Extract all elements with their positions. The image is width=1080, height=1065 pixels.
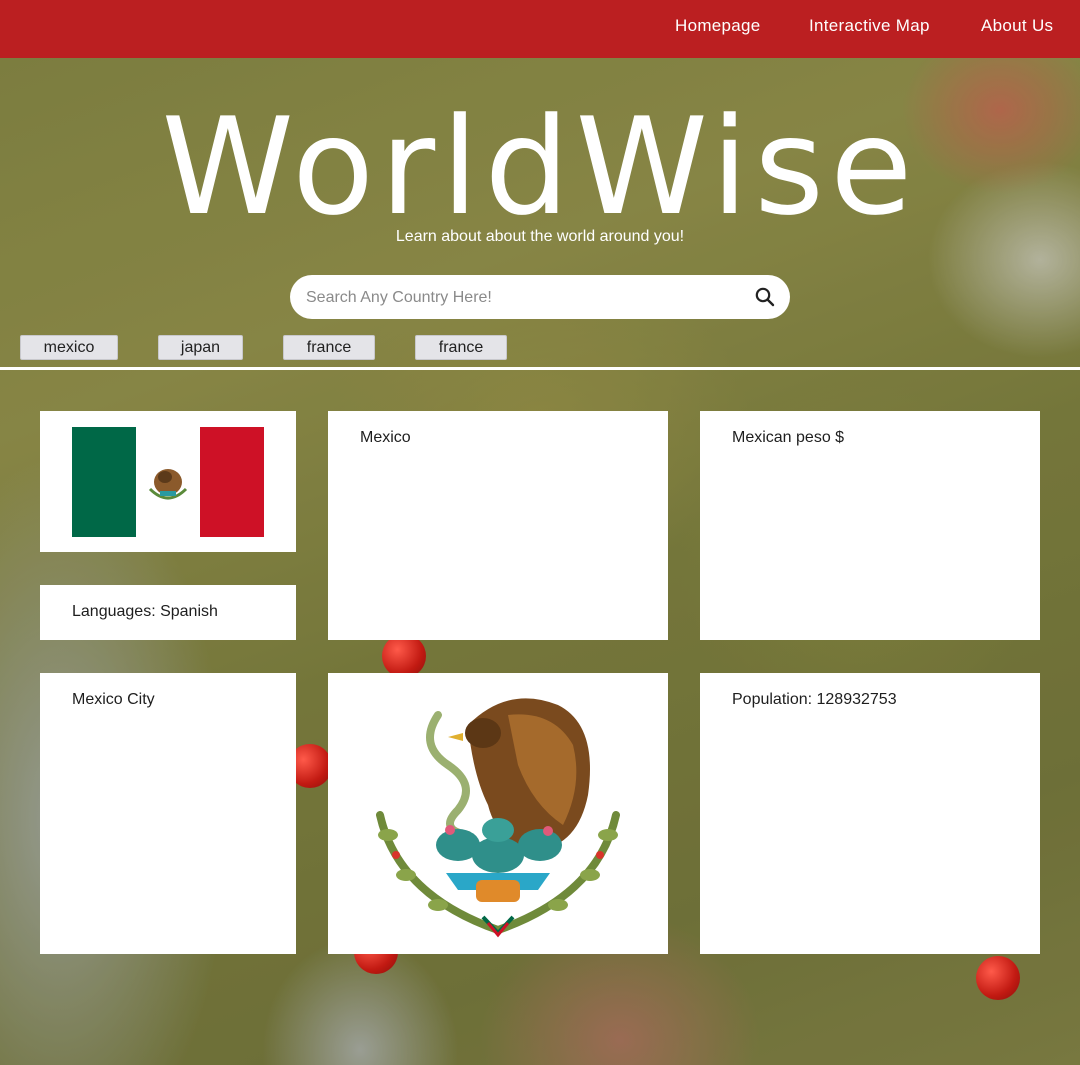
recent-search-chip[interactable]: france [283, 335, 375, 360]
coat-of-arms-image [376, 698, 620, 938]
site-subtitle: Learn about about the world around you! [395, 228, 685, 245]
languages-card: Languages: Spanish [40, 585, 296, 640]
nav-link-homepage[interactable]: Homepage [675, 16, 761, 36]
population-text: Population: 128932753 [732, 691, 897, 708]
country-name-text: Mexico [360, 429, 411, 446]
country-name-card: Mexico [328, 411, 668, 640]
nav-link-about-us[interactable]: About Us [981, 16, 1053, 36]
search-bar [290, 275, 790, 319]
flag-card [40, 411, 296, 552]
search-icon[interactable] [754, 286, 776, 308]
recent-search-chip[interactable]: japan [158, 335, 243, 360]
top-nav-bar: Homepage Interactive Map About Us [0, 0, 1080, 58]
currency-card: Mexican peso $ [700, 411, 1040, 640]
languages-text: Languages: Spanish [72, 603, 218, 620]
currency-text: Mexican peso $ [732, 429, 845, 446]
section-divider [0, 367, 1080, 370]
coat-of-arms-card [328, 673, 668, 954]
recent-search-chip[interactable]: mexico [20, 335, 118, 360]
mexico-flag-image [72, 427, 264, 537]
population-card: Population: 128932753 [700, 673, 1040, 954]
nav-link-interactive-map[interactable]: Interactive Map [809, 16, 930, 36]
capital-text: Mexico City [72, 691, 155, 708]
map-pin-decoration [382, 634, 426, 678]
capital-card: Mexico City [40, 673, 296, 954]
map-pin-decoration [976, 956, 1020, 1000]
recent-search-chip[interactable]: france [415, 335, 507, 360]
search-input[interactable] [304, 275, 738, 319]
site-title: WorldWise [161, 89, 919, 245]
